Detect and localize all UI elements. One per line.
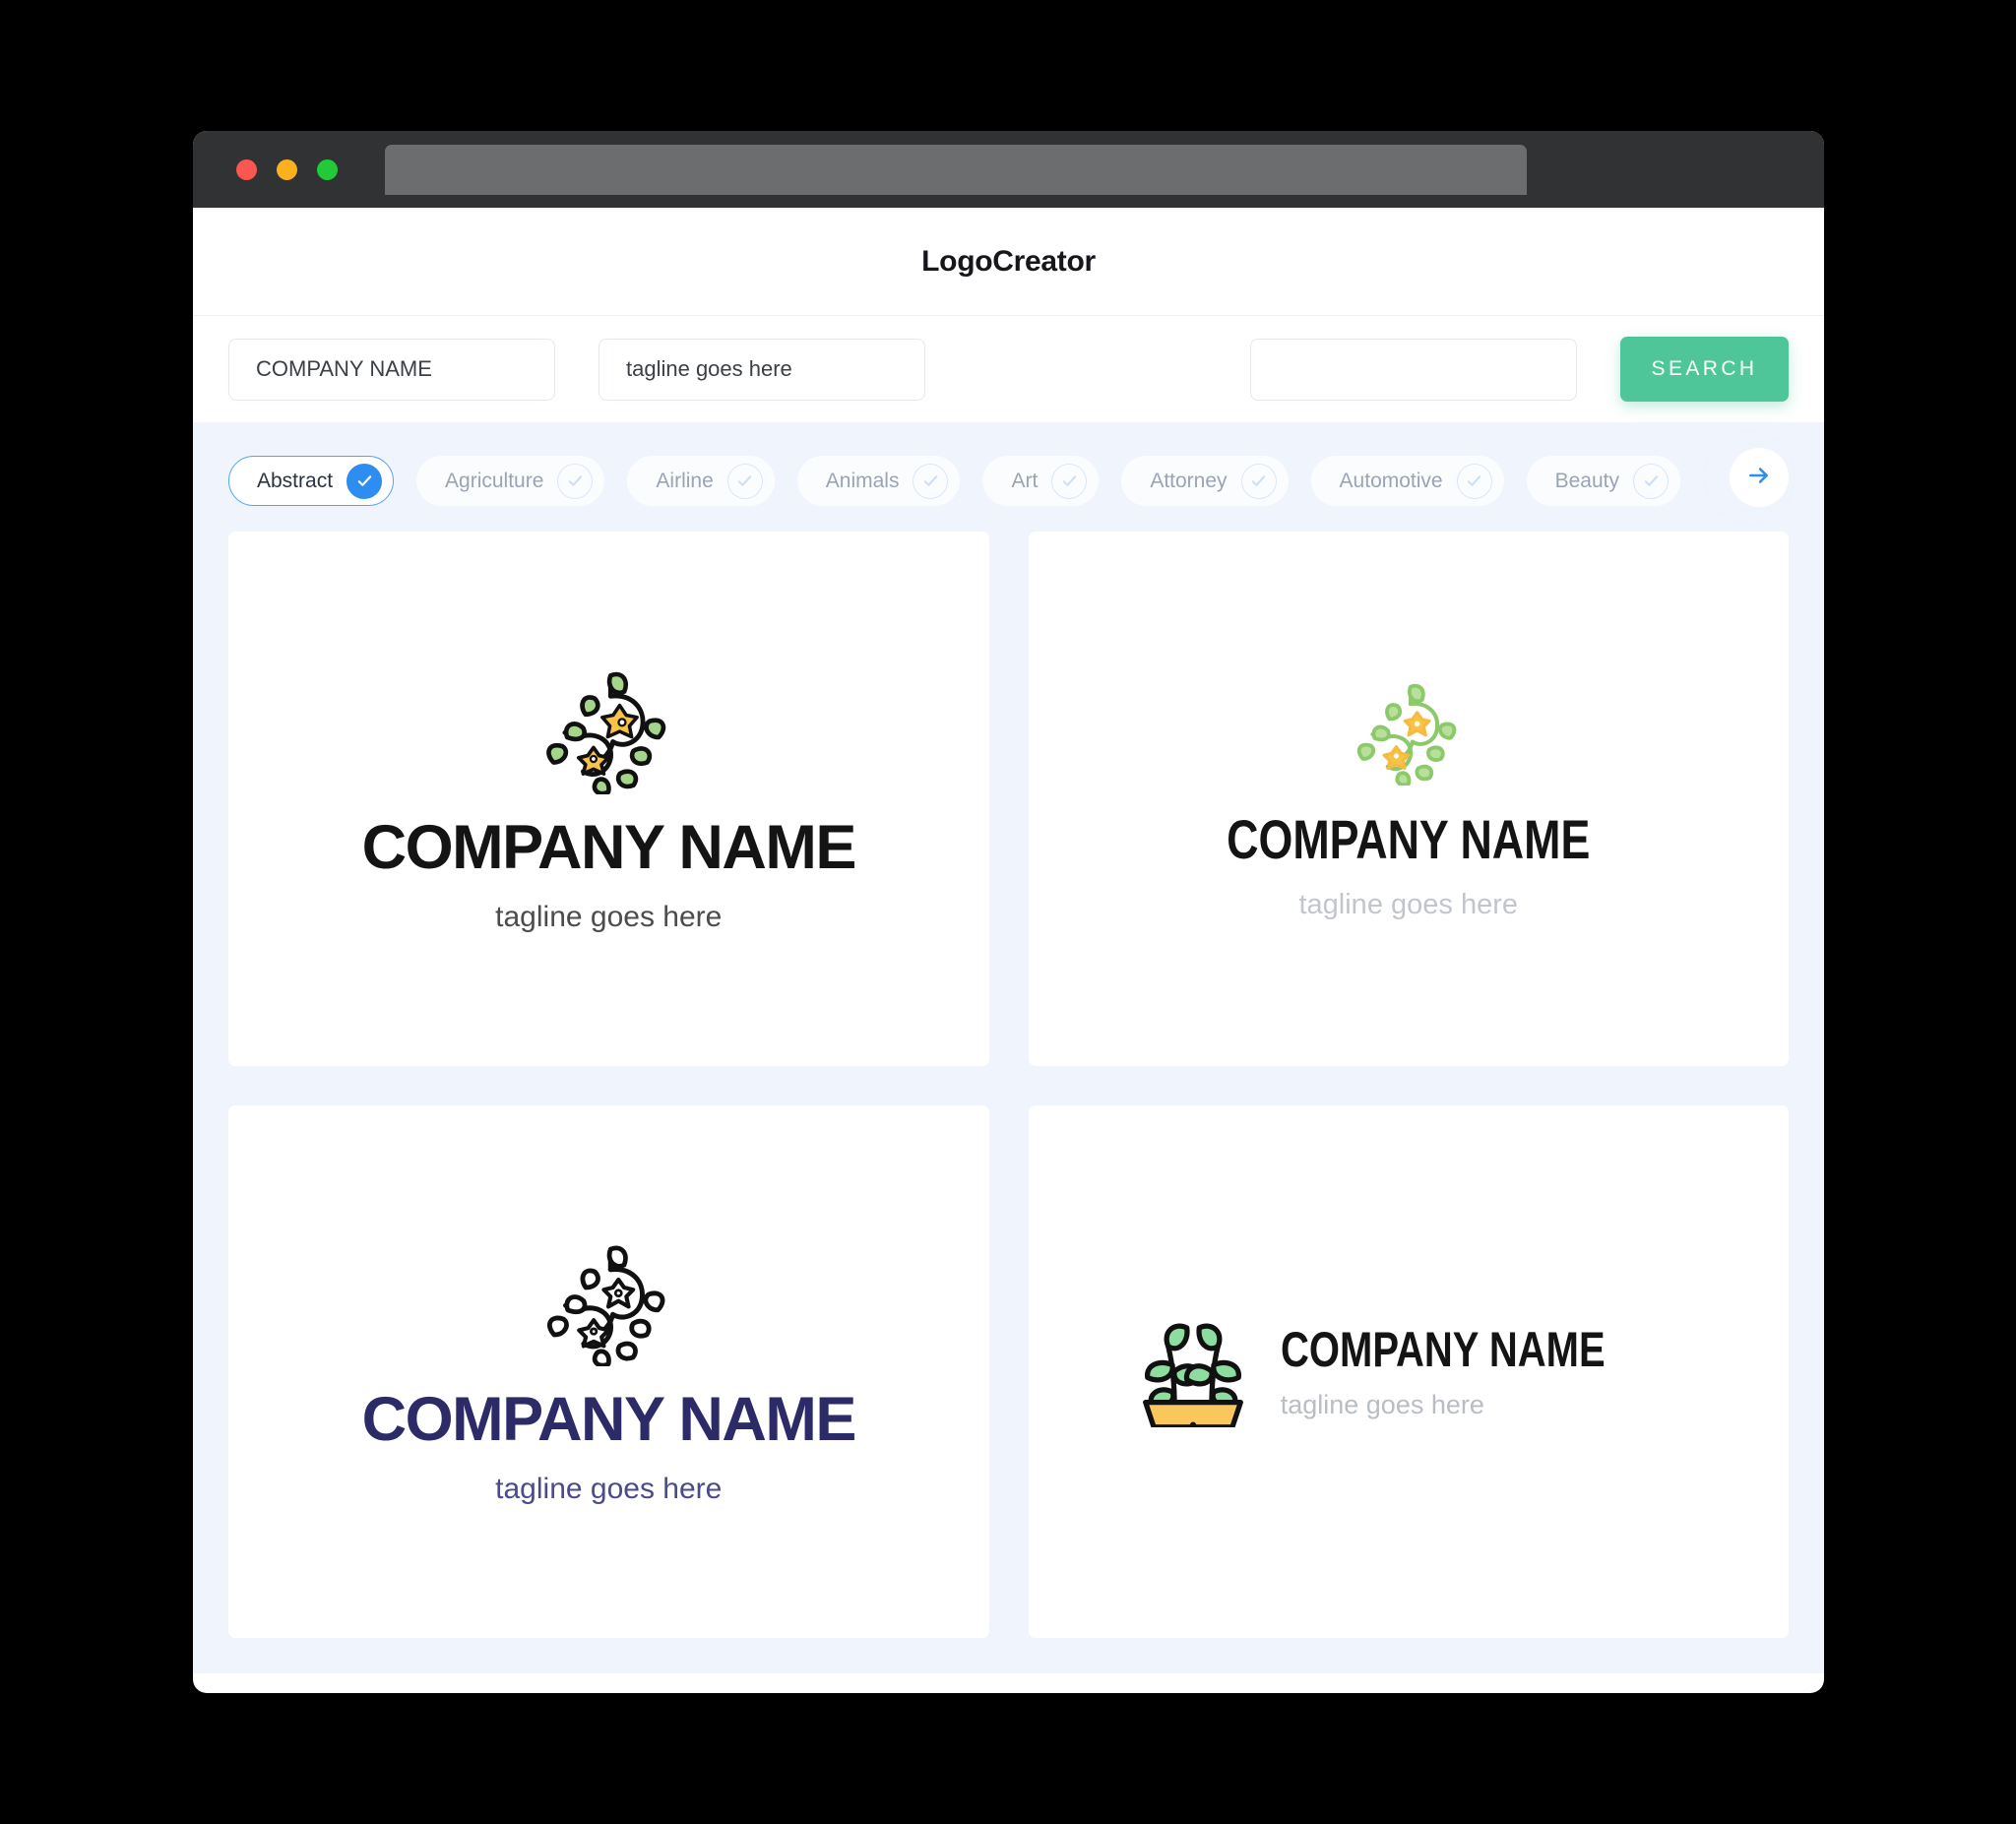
logo-preview: COMPANY NAME tagline goes here	[361, 666, 857, 933]
maximize-window-icon[interactable]	[317, 158, 338, 180]
category-chip-airline[interactable]: Airline	[627, 456, 775, 506]
category-chip-label: Attorney	[1150, 469, 1228, 492]
logo-card[interactable]: COMPANY NAME tagline goes here	[228, 532, 989, 1066]
category-filter-bar: Abstract Agriculture Airline Animals Art Atto…	[193, 422, 1824, 532]
floral-vine-icon	[1351, 683, 1467, 789]
check-circle-icon	[1456, 463, 1492, 499]
check-circle-icon	[557, 463, 594, 499]
logo-tagline: tagline goes here	[495, 900, 723, 933]
logo-text-block: COMPANY NAME tagline goes here	[1281, 1325, 1686, 1418]
keyword-input[interactable]	[1250, 338, 1577, 401]
url-bar[interactable]	[385, 144, 1527, 195]
category-chip-label: Airline	[656, 469, 714, 492]
tagline-input[interactable]	[598, 338, 925, 401]
logo-company-name: COMPANY NAME	[1280, 1322, 1606, 1377]
check-circle-icon	[1051, 463, 1088, 499]
browser-titlebar	[193, 131, 1824, 208]
category-chip-label: Abstract	[257, 469, 334, 492]
category-chip-label: Art	[1011, 469, 1039, 492]
categories-next-button[interactable]	[1730, 447, 1789, 507]
logo-preview: COMPANY NAME tagline goes here	[361, 1240, 857, 1505]
category-chip-list: Abstract Agriculture Airline Animals Art Atto…	[193, 456, 1824, 506]
category-chip-attorney[interactable]: Attorney	[1121, 456, 1289, 506]
check-circle-icon	[1633, 463, 1669, 499]
company-name-input[interactable]	[228, 338, 555, 401]
logo-card[interactable]: COMPANY NAME tagline goes here	[1028, 1105, 1789, 1638]
category-chip-label: Animals	[825, 469, 900, 492]
logo-card[interactable]: COMPANY NAME tagline goes here	[228, 1105, 989, 1638]
logo-company-name: COMPANY NAME	[361, 1384, 857, 1454]
check-circle-icon	[913, 463, 949, 499]
category-chip-art[interactable]: Art	[982, 456, 1100, 506]
check-filled-icon	[346, 463, 383, 499]
logo-tagline: tagline goes here	[1298, 888, 1518, 920]
traffic-light-buttons	[236, 158, 338, 180]
logo-card[interactable]: COMPANY NAME tagline goes here	[1028, 532, 1789, 1066]
category-chip-beauty[interactable]: Beauty	[1526, 456, 1680, 506]
category-chip-abstract[interactable]: Abstract	[228, 456, 395, 506]
category-chip-label: Beauty	[1554, 469, 1619, 492]
check-circle-icon	[1240, 463, 1277, 499]
search-toolbar: SEARCH	[193, 316, 1824, 422]
browser-window: LogoCreator SEARCH Abstract Agriculture Ai…	[193, 131, 1824, 1693]
page-root: LogoCreator SEARCH Abstract Agriculture Ai…	[0, 0, 2016, 1824]
floral-vine-icon	[539, 671, 677, 798]
logo-preview: COMPANY NAME tagline goes here	[1181, 679, 1636, 919]
check-circle-icon	[726, 463, 763, 499]
app-header: LogoCreator	[193, 208, 1824, 316]
arrow-right-icon	[1746, 463, 1772, 491]
category-chip-automotive[interactable]: Automotive	[1310, 456, 1504, 506]
app-title: LogoCreator	[921, 244, 1096, 278]
search-button[interactable]: SEARCH	[1620, 337, 1789, 402]
logo-company-name: COMPANY NAME	[361, 812, 857, 882]
category-chip-label: Automotive	[1339, 469, 1443, 492]
minimize-window-icon[interactable]	[277, 158, 297, 180]
category-chip-label: Agriculture	[445, 469, 544, 492]
logo-preview: COMPANY NAME tagline goes here	[1131, 1311, 1686, 1432]
close-window-icon[interactable]	[236, 158, 257, 180]
logo-tagline: tagline goes here	[1280, 1390, 1484, 1419]
category-chip-agriculture[interactable]: Agriculture	[416, 456, 605, 506]
logo-tagline: tagline goes here	[495, 1472, 723, 1505]
potted-plant-icon	[1131, 1311, 1255, 1432]
category-chip-animals[interactable]: Animals	[796, 456, 961, 506]
logo-company-name: COMPANY NAME	[1227, 807, 1591, 870]
logo-results-grid: COMPANY NAME tagline goes here COMPANY N…	[193, 532, 1824, 1673]
floral-vine-icon	[540, 1245, 676, 1370]
